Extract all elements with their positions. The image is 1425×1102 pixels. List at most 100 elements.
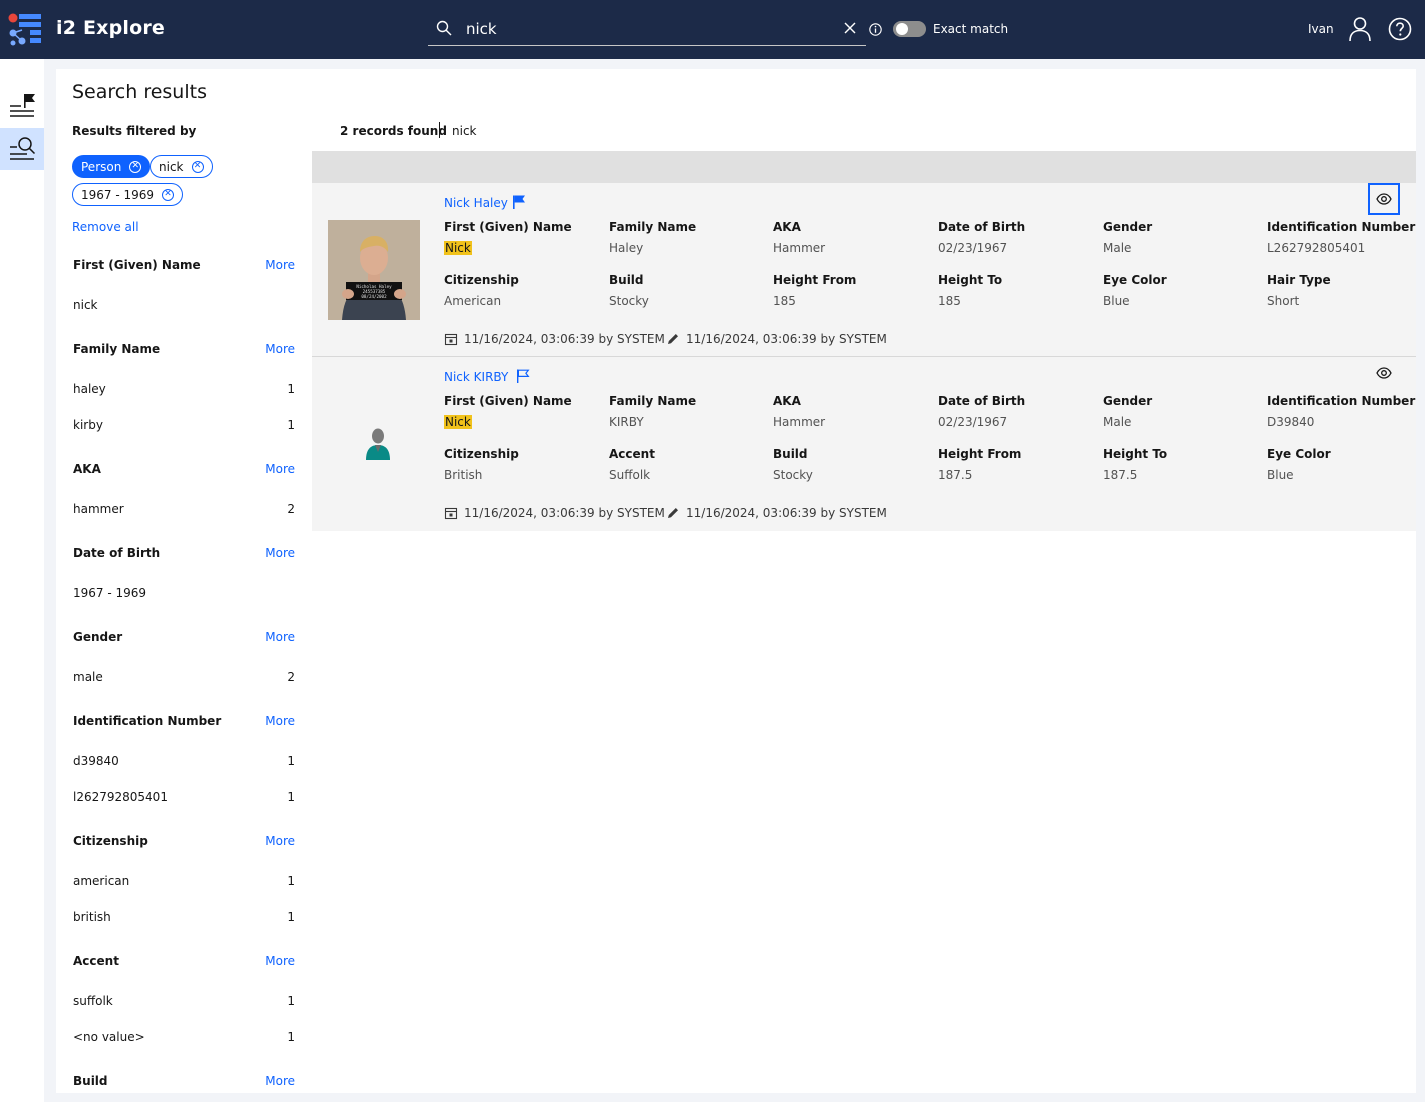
facet-more-link[interactable]: More <box>265 546 295 560</box>
facet-title: AKA <box>73 462 101 476</box>
exact-match-toggle[interactable] <box>893 21 926 37</box>
field-eye-color: Eye Color Blue <box>1103 273 1167 308</box>
app-header: i2 Explore Exact match Ivan <box>0 0 1425 59</box>
facet-more-link[interactable]: More <box>265 1074 295 1088</box>
facet-more-link[interactable]: More <box>265 954 295 968</box>
page-title: Search results <box>72 81 207 103</box>
i2-logo-icon[interactable] <box>8 13 42 47</box>
result-card[interactable]: Nick KIRBY First (Given) Name Nick Famil… <box>312 357 1416 531</box>
field-first-name: First (Given) Name Nick <box>444 394 572 429</box>
global-search <box>428 13 866 46</box>
field-identification-number: Identification Number D39840 <box>1267 394 1416 429</box>
field-citizenship: Citizenship British <box>444 447 519 482</box>
facet-more-link[interactable]: More <box>265 342 295 356</box>
user-icon[interactable] <box>1348 16 1372 42</box>
app-title: i2 Explore <box>56 17 166 39</box>
rail-search-button[interactable] <box>0 128 44 170</box>
pencil-icon <box>668 334 678 344</box>
chip-remove-icon[interactable]: ✕ <box>191 160 204 173</box>
facet-count: 1 <box>287 382 295 396</box>
facet-row[interactable]: kirby 1 <box>73 418 295 432</box>
facet-row[interactable]: haley 1 <box>73 382 295 396</box>
view-record-button[interactable] <box>1368 183 1400 215</box>
filters-heading: Results filtered by <box>72 124 197 138</box>
facet-row[interactable]: suffolk 1 <box>73 994 295 1008</box>
facet-title: Date of Birth <box>73 546 161 560</box>
result-name-link[interactable]: Nick KIRBY <box>444 370 508 384</box>
highlighted-match: Nick <box>444 241 472 255</box>
chip-remove-icon[interactable]: ✕ <box>162 188 175 201</box>
flag-icon[interactable] <box>512 195 526 209</box>
facet-count: 2 <box>287 670 295 684</box>
field-height-from: Height From 185 <box>773 273 857 308</box>
field-height-from: Height From 187.5 <box>938 447 1022 482</box>
facet-title: First (Given) Name <box>73 258 201 272</box>
main-panel: Search results Results filtered by Perso… <box>56 69 1416 1093</box>
filter-chip-person[interactable]: Person ✕ <box>72 155 151 178</box>
facet-more-link[interactable]: More <box>265 462 295 476</box>
filter-chip-nick[interactable]: nick ✕ <box>150 155 213 178</box>
facet-row[interactable]: 1967 - 1969 <box>73 586 295 600</box>
field-accent: Accent Suffolk <box>609 447 655 482</box>
help-icon[interactable] <box>1388 17 1412 41</box>
facet-row[interactable]: american 1 <box>73 874 295 888</box>
facet-count: 1 <box>287 418 295 432</box>
field-height-to: Height To 187.5 <box>1103 447 1168 482</box>
chip-label: 1967 - 1969 <box>81 187 155 202</box>
facet-title: Family Name <box>73 342 161 356</box>
created-meta: 11/16/2024, 03:06:39 by SYSTEM <box>444 506 665 520</box>
facet-row[interactable]: male 2 <box>73 670 295 684</box>
facet-more-link[interactable]: More <box>265 834 295 848</box>
facet-row[interactable]: nick <box>73 298 295 312</box>
search-list-icon <box>10 137 36 160</box>
user-name: Ivan <box>1308 22 1334 36</box>
close-icon[interactable] <box>844 22 856 34</box>
photo-placard-line-3: 08/24/2002 <box>361 294 387 299</box>
left-rail <box>0 59 44 1102</box>
field-family-name: Family Name Haley <box>609 220 697 255</box>
field-build: Build Stocky <box>609 273 649 308</box>
rail-watchlist-button[interactable] <box>0 85 44 127</box>
info-icon[interactable] <box>869 23 882 36</box>
field-aka: AKA Hammer <box>773 394 826 429</box>
facet-count: 1 <box>287 1030 295 1044</box>
view-record-button[interactable] <box>1368 357 1400 389</box>
remove-all-link[interactable]: Remove all <box>72 220 139 234</box>
filter-chip-date-range[interactable]: 1967 - 1969 ✕ <box>72 183 184 206</box>
field-first-name: First (Given) Name Nick <box>444 220 572 255</box>
person-photo: Nicholas Haley 245537385 08/24/2002 <box>328 220 420 320</box>
facet-more-link[interactable]: More <box>265 258 295 272</box>
field-date-of-birth: Date of Birth 02/23/1967 <box>938 394 1026 429</box>
facet-more-link[interactable]: More <box>265 714 295 728</box>
pencil-icon <box>668 508 678 518</box>
facet-title: Accent <box>73 954 119 968</box>
facet-title: Build <box>73 1074 108 1088</box>
flag-list-icon <box>10 94 35 117</box>
search-input[interactable] <box>466 17 826 41</box>
facet-row[interactable]: d39840 1 <box>73 754 295 768</box>
facet-count: 2 <box>287 502 295 516</box>
result-card[interactable]: Nicholas Haley 245537385 08/24/2002 Nick… <box>312 183 1416 357</box>
chip-label: Person <box>81 159 122 174</box>
facet-row[interactable]: hammer 2 <box>73 502 295 516</box>
facet-count: 1 <box>287 874 295 888</box>
records-count: 2 records found <box>340 124 447 138</box>
field-build: Build Stocky <box>773 447 813 482</box>
toggle-knob <box>896 23 908 35</box>
flag-icon[interactable] <box>516 369 530 383</box>
facet-row[interactable]: l262792805401 1 <box>73 790 295 804</box>
field-gender: Gender Male <box>1103 394 1153 429</box>
field-aka: AKA Hammer <box>773 220 826 255</box>
facet-count: 1 <box>287 910 295 924</box>
facet-row[interactable]: <no value> 1 <box>73 1030 295 1044</box>
facet-row[interactable]: british 1 <box>73 910 295 924</box>
facet-title: Citizenship <box>73 834 148 848</box>
eye-icon <box>1376 193 1392 205</box>
facet-more-link[interactable]: More <box>265 630 295 644</box>
created-meta: 11/16/2024, 03:06:39 by SYSTEM <box>444 332 665 346</box>
exact-match-label: Exact match <box>933 22 1009 36</box>
person-avatar-icon <box>366 428 390 460</box>
result-name-link[interactable]: Nick Haley <box>444 196 508 210</box>
chip-remove-icon[interactable]: ✕ <box>129 160 142 173</box>
field-date-of-birth: Date of Birth 02/23/1967 <box>938 220 1026 255</box>
